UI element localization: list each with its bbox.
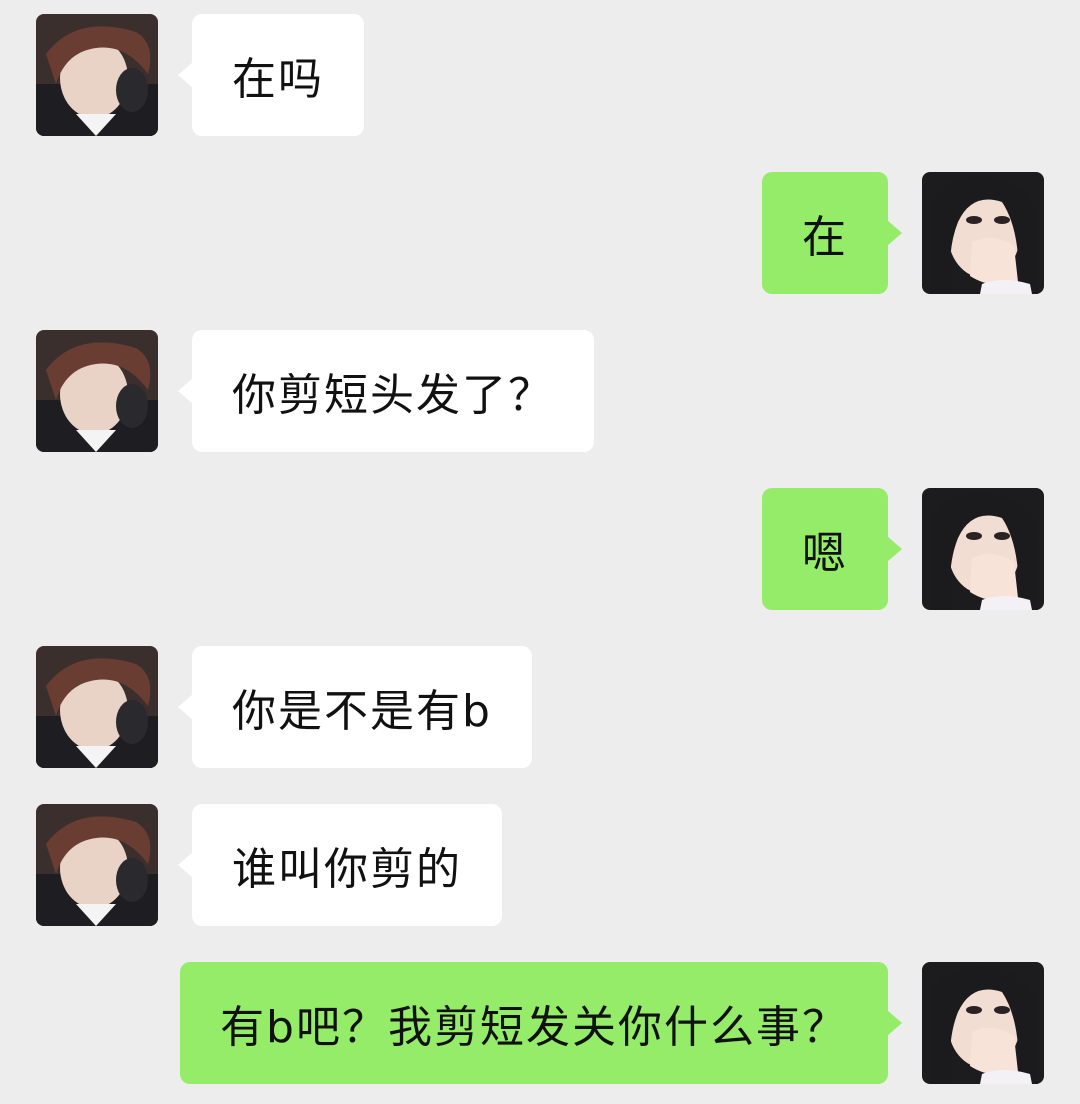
message-text: 嗯 (802, 528, 848, 579)
message-row: 你剪短头发了？ (0, 330, 1080, 452)
contact-avatar[interactable] (36, 14, 158, 136)
contact-avatar[interactable] (36, 804, 158, 926)
contact-avatar[interactable] (36, 646, 158, 768)
message-bubble[interactable]: 在 (762, 172, 902, 294)
message-bubble[interactable]: 你剪短头发了？ (178, 330, 594, 452)
user-avatar[interactable] (922, 962, 1044, 1084)
girl-avatar-image (922, 962, 1044, 1084)
user-avatar[interactable] (922, 488, 1044, 610)
girl-avatar-image (922, 172, 1044, 294)
message-text: 在吗 (232, 54, 324, 105)
message-row: 在吗 (0, 14, 1080, 136)
contact-avatar[interactable] (36, 330, 158, 452)
message-row: 嗯 (0, 488, 1080, 610)
user-avatar[interactable] (922, 172, 1044, 294)
message-text: 你剪短头发了？ (232, 370, 554, 421)
girl-avatar-image (922, 488, 1044, 610)
message-row: 你是不是有b (0, 646, 1080, 768)
message-bubble[interactable]: 嗯 (762, 488, 902, 610)
message-text: 有b吧？我剪短发关你什么事？ (220, 1002, 848, 1053)
message-row: 谁叫你剪的 (0, 804, 1080, 926)
message-text: 在 (802, 212, 848, 263)
message-row: 在 (0, 172, 1080, 294)
boy-avatar-image (36, 330, 158, 452)
message-row: 有b吧？我剪短发关你什么事？ (0, 962, 1080, 1084)
boy-avatar-image (36, 804, 158, 926)
message-bubble[interactable]: 有b吧？我剪短发关你什么事？ (180, 962, 902, 1084)
message-text: 谁叫你剪的 (232, 844, 462, 895)
message-bubble[interactable]: 谁叫你剪的 (178, 804, 502, 926)
message-bubble[interactable]: 在吗 (178, 14, 364, 136)
chat-area: 在吗 在 你剪短头发了？ 嗯 你是不是有b 谁叫你剪的 有b吧？我剪短发关你什么… (0, 0, 1080, 1104)
boy-avatar-image (36, 646, 158, 768)
boy-avatar-image (36, 14, 158, 136)
message-text: 你是不是有b (232, 686, 492, 737)
message-bubble[interactable]: 你是不是有b (178, 646, 532, 768)
